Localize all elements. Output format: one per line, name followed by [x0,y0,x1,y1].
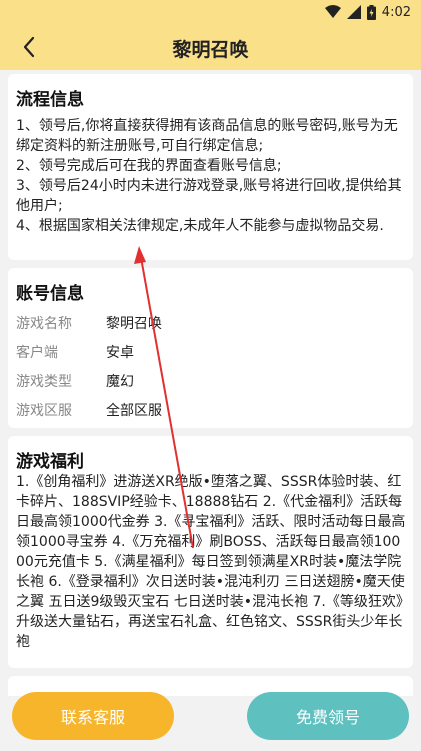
account-info-title: 账号信息 [16,284,84,304]
flow-info-item: 2、领号完成后可在我的界面查看账号信息; [16,158,282,174]
row-label: 游戏区服 [16,402,72,419]
contact-support-button[interactable]: 联系客服 [12,692,174,740]
status-bar: 4:02 [0,0,421,24]
free-claim-button[interactable]: 免费领号 [247,692,409,740]
flow-info-list: 1、领号后,你将直接获得拥有该商品信息的账号密码,账号为无绑定资料的新注册账号,… [16,116,408,236]
account-row-client: 客户端 安卓 [16,337,406,366]
account-info-rows: 游戏名称 黎明召唤 客户端 安卓 游戏类型 魔幻 游戏区服 全部区服 [16,308,406,424]
status-time: 4:02 [381,4,411,20]
app-header: 黎明召唤 [0,24,421,70]
account-row-game-name: 游戏名称 黎明召唤 [16,308,406,337]
game-benefits-card: 游戏福利 1.《创角福利》进游送XR绝版•堕落之翼、SSSR体验时装、红卡碎片、… [8,436,413,668]
flow-info-item: 4、根据国家相关法律规定,未成年人不能参与虚拟物品交易. [16,218,384,234]
game-benefits-text: 1.《创角福利》进游送XR绝版•堕落之翼、SSSR体验时装、红卡碎片、188SV… [16,474,406,650]
page-title: 黎明召唤 [172,39,249,61]
row-label: 游戏名称 [16,315,72,332]
flow-info-card: 流程信息 1、领号后,你将直接获得拥有该商品信息的账号密码,账号为无绑定资料的新… [8,74,413,260]
status-icons: 4:02 [324,3,411,21]
row-value: 全部区服 [106,402,162,419]
row-label: 客户端 [16,344,58,361]
account-row-game-type: 游戏类型 魔幻 [16,366,406,395]
account-row-server: 游戏区服 全部区服 [16,395,406,424]
wifi-icon [324,5,341,18]
flow-info-item: 1、领号后,你将直接获得拥有该商品信息的账号密码,账号为无绑定资料的新注册账号,… [16,118,398,154]
flow-info-item: 3、领号后24小时内未进行游戏登录,账号将进行回收,提供给其他用户; [16,178,402,214]
signal-icon [346,5,361,19]
row-value: 黎明召唤 [106,315,162,332]
row-label: 游戏类型 [16,373,72,390]
game-benefits-title: 游戏福利 [16,452,84,472]
account-info-card: 账号信息 游戏名称 黎明召唤 客户端 安卓 游戏类型 魔幻 游戏区服 全部区服 [8,268,413,428]
row-value: 魔幻 [106,373,134,390]
battery-icon [366,4,376,20]
row-value: 安卓 [106,344,134,361]
flow-info-title: 流程信息 [16,90,84,110]
